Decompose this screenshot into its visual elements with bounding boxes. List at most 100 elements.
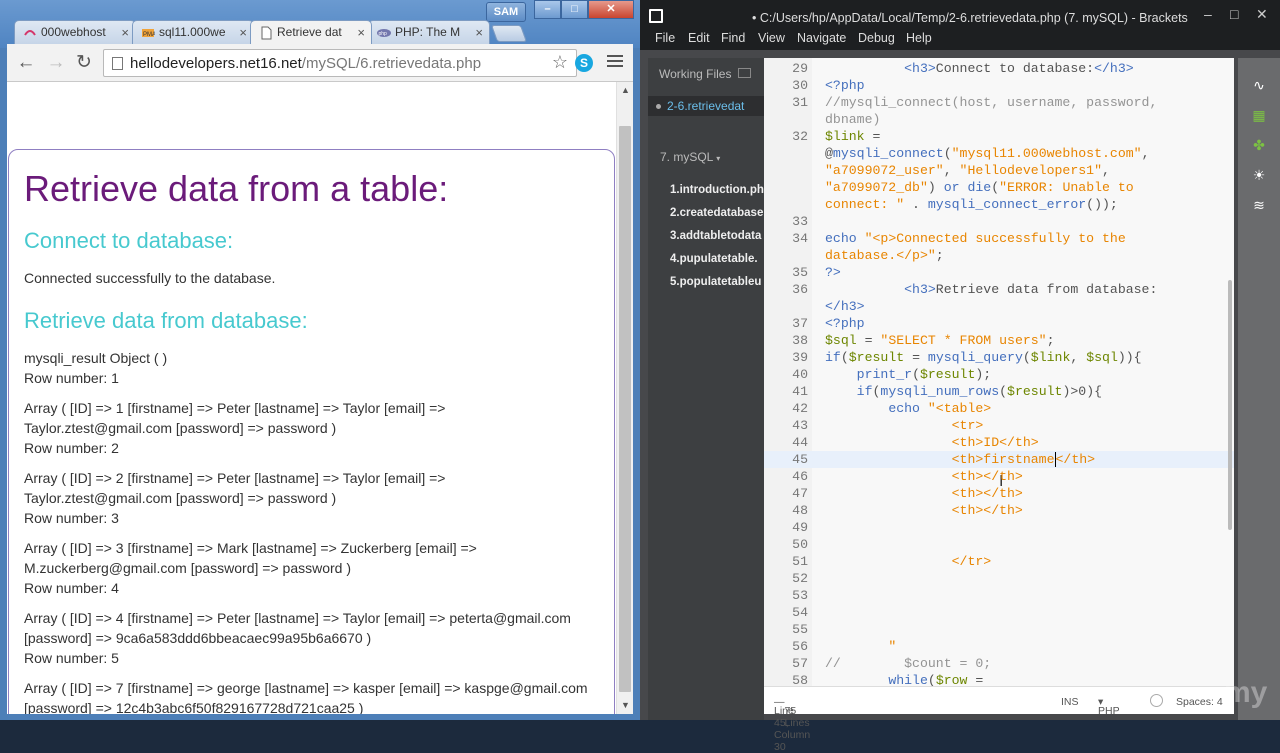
code-text: <th></th> — [951, 469, 1023, 484]
code-line[interactable]: 29 <h3>Connect to database:</h3> — [764, 60, 1234, 77]
code-line[interactable]: connect: " . mysqli_connect_error()); — [764, 196, 1234, 213]
code-line[interactable]: 52 — [764, 570, 1234, 587]
menu-view[interactable]: View — [758, 31, 785, 45]
scroll-down-arrow-icon[interactable]: ▼ — [617, 697, 633, 714]
code-line[interactable]: 53 — [764, 587, 1234, 604]
insert-mode[interactable]: INS — [1061, 696, 1079, 708]
code-line[interactable]: database.</p>"; — [764, 247, 1234, 264]
split-view-icon[interactable] — [738, 68, 751, 78]
scroll-thumb[interactable] — [619, 126, 631, 692]
tab-close-icon[interactable]: × — [239, 25, 247, 40]
code-editor[interactable]: I 29 <h3>Connect to database:</h3> 30 <?ph… — [764, 58, 1234, 686]
status-bar: Line 45, Column 30 — 75 Lines INS PHP ▾ … — [764, 686, 1234, 753]
bookmark-star-icon[interactable]: ☆ — [552, 52, 568, 73]
forward-arrow-icon[interactable]: → — [45, 52, 67, 74]
code-line[interactable]: </h3> — [764, 298, 1234, 315]
extension-manager-icon[interactable]: ▦ — [1250, 106, 1268, 124]
project-dropdown[interactable]: 7. mySQL ▾ — [660, 150, 720, 164]
code-line[interactable]: 47 <th></th> — [764, 485, 1234, 502]
code-line[interactable]: 32 $link = — [764, 128, 1234, 145]
back-arrow-icon[interactable]: ← — [15, 52, 37, 74]
close-icon[interactable]: ✕ — [1256, 6, 1268, 23]
code-line[interactable]: 35 ?> — [764, 264, 1234, 281]
menu-debug[interactable]: Debug — [858, 31, 895, 45]
live-preview-icon[interactable]: ∿ — [1250, 76, 1268, 94]
code-line[interactable]: 51 </tr> — [764, 553, 1234, 570]
code-line[interactable]: 55 — [764, 621, 1234, 638]
code-line[interactable]: 48 <th></th> — [764, 502, 1234, 519]
menu-find[interactable]: Find — [721, 31, 745, 45]
code-line[interactable]: 36 <h3>Retrieve data from database: — [764, 281, 1234, 298]
code-line[interactable]: 30 <?php — [764, 77, 1234, 94]
working-file-label: 2-6.retrievedat — [667, 99, 745, 113]
code-line[interactable]: 46 <th></th> — [764, 468, 1234, 485]
linter-status-icon[interactable] — [1150, 694, 1163, 707]
chrome-menu-icon[interactable] — [607, 55, 623, 69]
code-line[interactable]: 50 — [764, 536, 1234, 553]
language-select[interactable]: PHP ▾ — [1098, 696, 1120, 717]
maximize-button[interactable]: □ — [561, 0, 588, 19]
minimize-button[interactable]: – — [534, 0, 561, 19]
code-line[interactable]: 40 print_r($result); — [764, 366, 1234, 383]
page-scrollbar[interactable]: ▲ ▼ — [616, 82, 633, 714]
code-line[interactable]: 57 // $count = 0; — [764, 655, 1234, 672]
code-line[interactable]: "a7099072_db") or die("ERROR: Unable to — [764, 179, 1234, 196]
code-line[interactable]: 42 echo "<table> — [764, 400, 1234, 417]
line-number: 30 — [792, 78, 808, 93]
code-line[interactable]: 31 //mysqli_connect(host, username, passw… — [764, 94, 1234, 111]
tree-item[interactable]: 5.populatetableu — [670, 276, 764, 299]
line-number: 33 — [792, 214, 808, 229]
editor-scrollbar[interactable] — [1228, 280, 1232, 530]
menu-help[interactable]: Help — [906, 31, 932, 45]
user-badge[interactable]: SAM — [486, 2, 526, 22]
code-line[interactable]: "a7099072_user", "Hellodevelopers1", — [764, 162, 1234, 179]
code-line[interactable]: 56 " — [764, 638, 1234, 655]
layers-icon[interactable]: ≋ — [1250, 196, 1268, 214]
address-bar[interactable]: hellodevelopers.net16.net/mySQL/6.retrie… — [103, 49, 577, 77]
browser-toolbar: ← → ↻ hellodevelopers.net16.net/mySQL/6.… — [7, 44, 633, 82]
tab-close-icon[interactable]: × — [357, 25, 365, 40]
tab-close-icon[interactable]: × — [121, 25, 129, 40]
code-line[interactable]: 41 if(mysqli_num_rows($result)>0){ — [764, 383, 1234, 400]
plugin-icon[interactable]: ✤ — [1250, 136, 1268, 154]
maximize-icon[interactable]: □ — [1230, 6, 1238, 22]
close-button[interactable]: ✕ — [588, 0, 634, 19]
tab-php-manual[interactable]: php PHP: The M × — [368, 20, 490, 44]
tab-phpmyadmin[interactable]: PMA sql11.000we × — [132, 20, 254, 44]
code-line[interactable]: 58 while($row = — [764, 672, 1234, 686]
line-number: 49 — [792, 520, 808, 535]
tab-retrieve-data[interactable]: Retrieve dat × — [250, 20, 372, 44]
working-file-item[interactable]: 2-6.retrievedat — [648, 96, 764, 116]
menu-edit[interactable]: Edit — [688, 31, 710, 45]
line-number: 53 — [792, 588, 808, 603]
code-line[interactable]: 34 echo "<p>Connected successfully to the — [764, 230, 1234, 247]
tree-item[interactable]: 3.addtabletodata — [670, 230, 764, 253]
reload-icon[interactable]: ↻ — [73, 52, 95, 74]
code-line[interactable]: 49 — [764, 519, 1234, 536]
code-line[interactable]: 33 — [764, 213, 1234, 230]
code-line[interactable]: 39 if($result = mysqli_query($link, $sql)… — [764, 349, 1234, 366]
code-line[interactable]: @mysqli_connect("mysql11.000webhost.com"… — [764, 145, 1234, 162]
indent-setting[interactable]: Spaces: 4 — [1176, 696, 1223, 708]
tree-item[interactable]: 2.createdatabase — [670, 207, 764, 230]
code-line[interactable]: 37 <?php — [764, 315, 1234, 332]
scroll-up-arrow-icon[interactable]: ▲ — [617, 82, 633, 99]
code-line[interactable]: dbname) — [764, 111, 1234, 128]
minimize-icon[interactable]: – — [1204, 6, 1212, 22]
code-line[interactable]: 43 <tr> — [764, 417, 1234, 434]
tab-close-icon[interactable]: × — [475, 25, 483, 40]
skype-extension-icon[interactable]: S — [575, 54, 593, 72]
record-line: [password] => 9ca6a583ddd6bbeacaec99a95b… — [24, 630, 372, 646]
code-line[interactable]: 44 <th>ID</th> — [764, 434, 1234, 451]
heading-retrieve: Retrieve data from database: — [24, 308, 308, 333]
menu-file[interactable]: File — [655, 31, 675, 45]
code-line[interactable]: 54 — [764, 604, 1234, 621]
tab-000webhost[interactable]: 000webhost × — [14, 20, 136, 44]
menu-navigate[interactable]: Navigate — [797, 31, 846, 45]
lightbulb-icon[interactable]: ☀ — [1250, 166, 1268, 184]
new-tab-button[interactable] — [490, 25, 528, 42]
code-line[interactable]: 38 $sql = "SELECT * FROM users"; — [764, 332, 1234, 349]
code-line[interactable]: 45 <th>firstname</th> — [764, 451, 1234, 468]
tree-item[interactable]: 1.introduction.php — [670, 184, 764, 207]
tree-item[interactable]: 4.pupulatetable. — [670, 253, 764, 276]
